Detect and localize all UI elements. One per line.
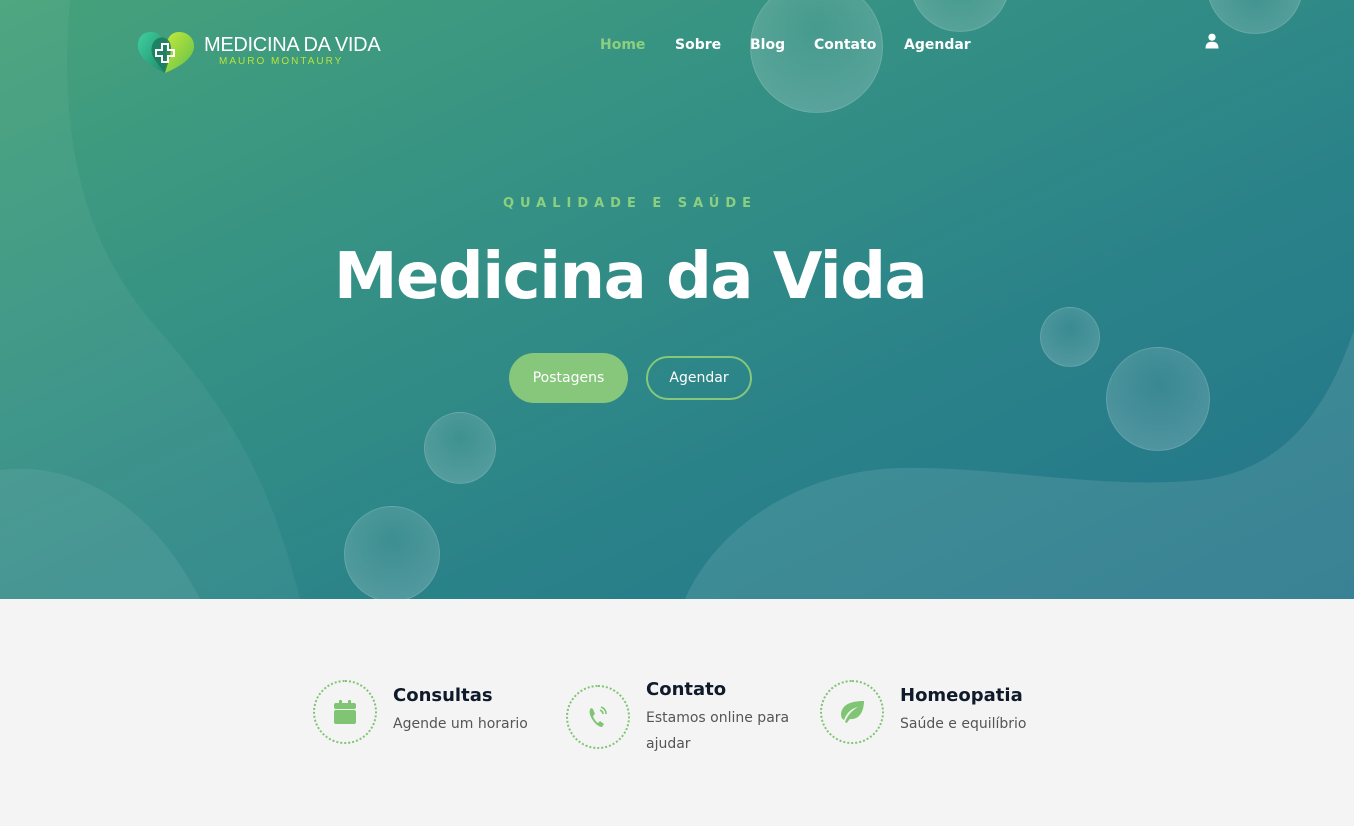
hero-eyebrow: QUALIDADE E SAÚDE xyxy=(502,196,758,211)
nav-item-sobre[interactable]: Sobre xyxy=(675,37,721,53)
feature-consultas[interactable]: Consultas Agende um horario xyxy=(313,680,543,750)
hero-section: MEDICINA DA VIDA MAURO MONTAURY Home Sob… xyxy=(0,0,1354,599)
phone-icon xyxy=(589,706,607,727)
feature-contato[interactable]: Contato Estamos online para ajudar xyxy=(566,679,796,765)
heart-cross-logo-icon xyxy=(137,32,195,73)
decorative-bubble xyxy=(344,506,440,599)
brand-name: MEDICINA DA VIDA xyxy=(204,34,381,56)
decorative-bubble xyxy=(1040,307,1100,367)
feature-title: Consultas xyxy=(393,685,493,706)
postagens-button[interactable]: Postagens xyxy=(509,353,628,403)
feature-icon-ring xyxy=(313,680,377,744)
leaf-icon xyxy=(841,701,864,723)
brand-subtitle: MAURO MONTAURY xyxy=(219,56,344,67)
site-logo[interactable]: MEDICINA DA VIDA MAURO MONTAURY xyxy=(137,26,381,76)
agendar-button[interactable]: Agendar xyxy=(646,356,752,400)
feature-title: Contato xyxy=(646,679,727,700)
nav-item-home[interactable]: Home xyxy=(600,37,645,53)
feature-icon-ring xyxy=(566,685,630,749)
feature-homeopatia[interactable]: Homeopatia Saúde e equilíbrio xyxy=(820,680,1050,750)
nav-item-blog[interactable]: Blog xyxy=(750,37,785,53)
feature-title: Homeopatia xyxy=(900,685,1023,706)
feature-description: Saúde e equilíbrio xyxy=(900,716,1027,732)
feature-description: Agende um horario xyxy=(393,716,528,732)
feature-description: Estamos online para ajudar xyxy=(646,710,790,752)
hero-title: Medicina da Vida xyxy=(333,240,928,314)
decorative-bubble xyxy=(424,412,496,484)
calendar-icon xyxy=(334,700,356,724)
feature-icon-ring xyxy=(820,680,884,744)
user-icon[interactable] xyxy=(1205,33,1219,49)
nav-item-agendar[interactable]: Agendar xyxy=(904,37,971,53)
nav-item-contato[interactable]: Contato xyxy=(814,37,876,53)
decorative-bubble xyxy=(1106,347,1210,451)
